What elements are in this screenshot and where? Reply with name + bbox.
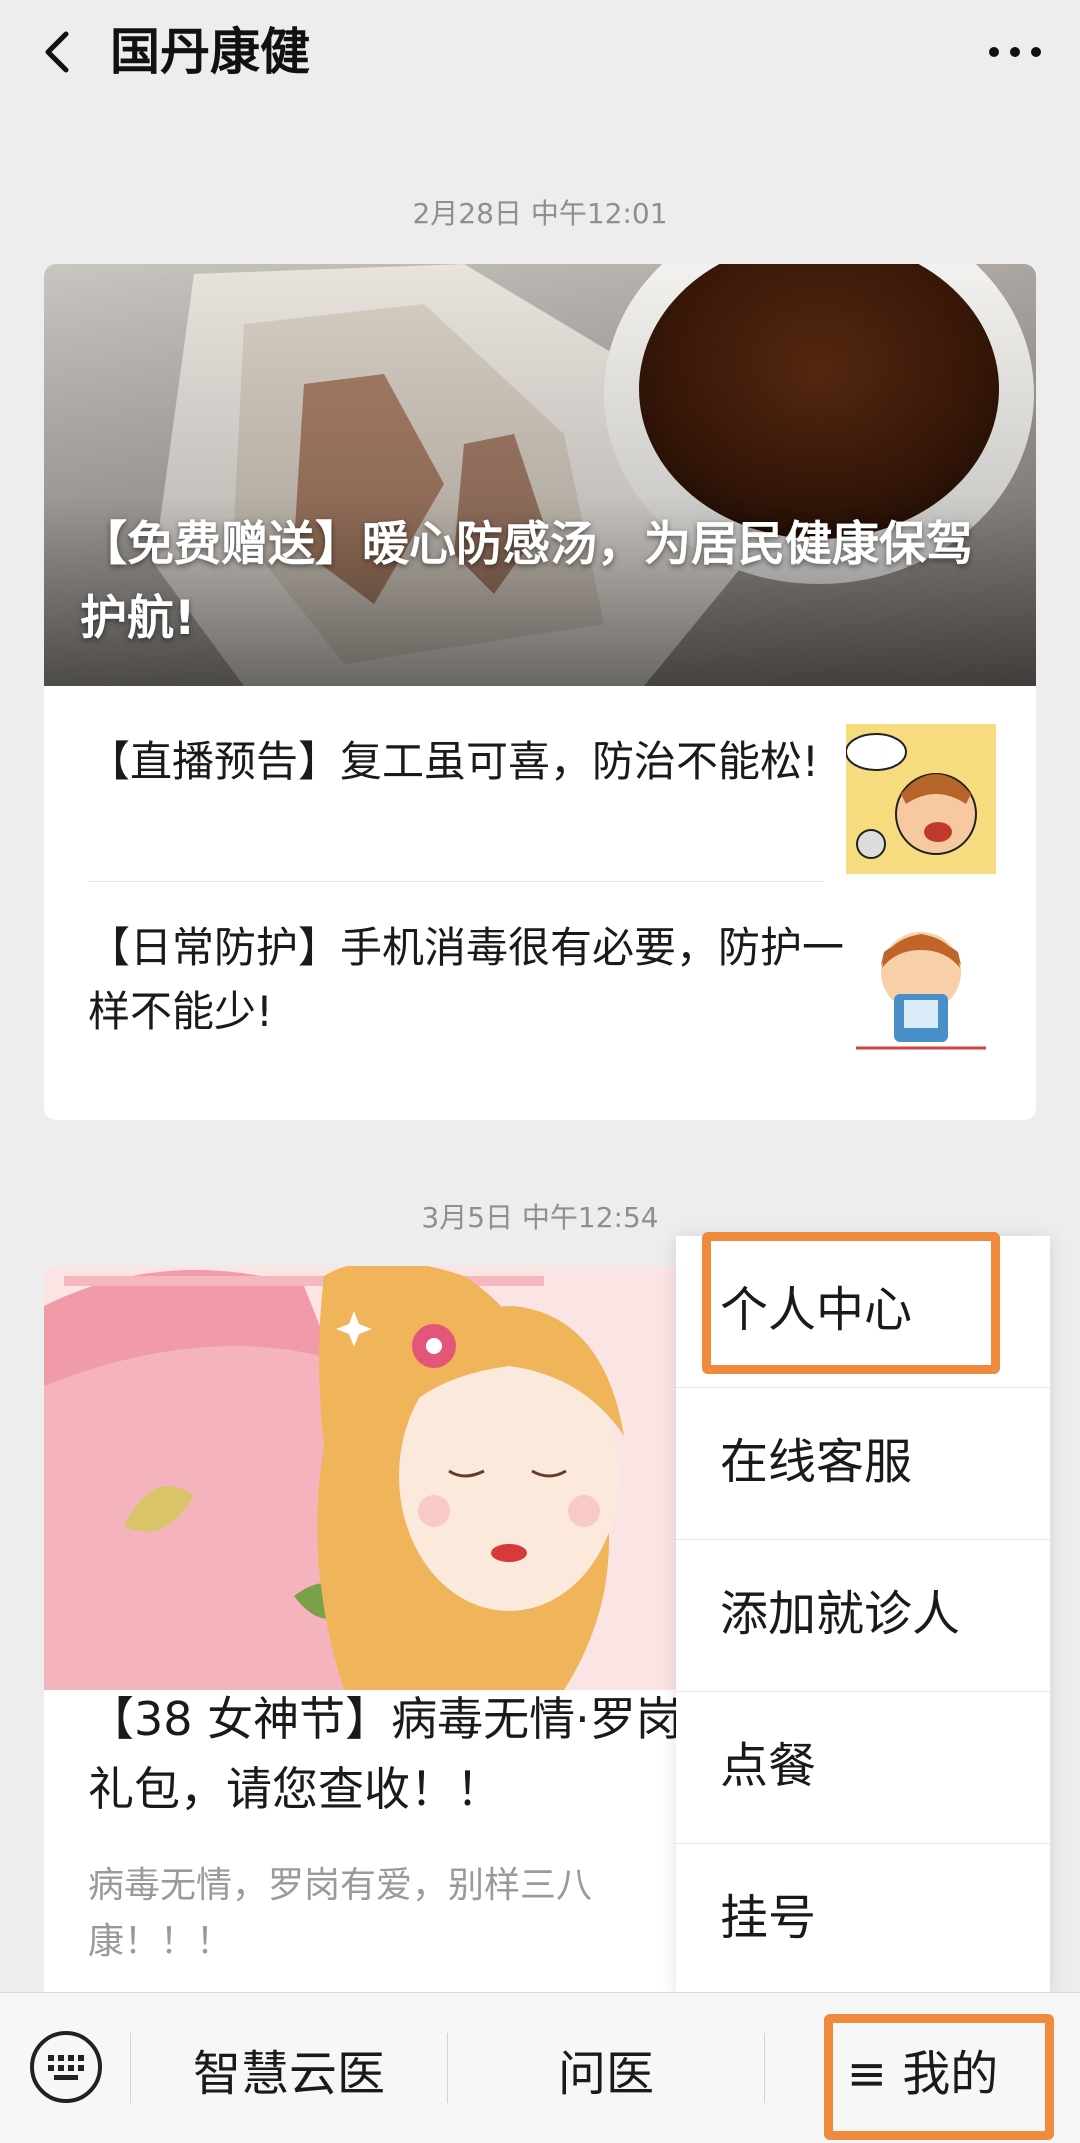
back-arrow-icon[interactable] xyxy=(30,22,90,82)
menu-ask-doctor[interactable]: 问医 xyxy=(448,1993,764,2143)
menu-item-add-patient[interactable]: 添加就诊人 xyxy=(676,1540,1050,1692)
message-timestamp: 2月28日 中午12:01 xyxy=(412,197,668,230)
main-article[interactable]: 【免费赠送】暖心防感汤，为居民健康保驾护航! xyxy=(44,264,1036,686)
keyboard-icon[interactable] xyxy=(28,2029,104,2105)
main-article-title: 【免费赠送】暖心防感汤，为居民健康保驾护航! xyxy=(80,517,973,646)
sub-article-title: 【日常防护】手机消毒很有必要，防护一样不能少! xyxy=(88,923,845,1036)
sub-article-item[interactable]: 【日常防护】手机消毒很有必要，防护一样不能少! xyxy=(44,882,1036,1078)
top-bar: 国丹康健 xyxy=(0,0,1080,112)
menu-smart-cloud-doctor[interactable]: 智慧云医 xyxy=(131,1993,447,2143)
menu-item-label: 添加就诊人 xyxy=(720,1586,961,1642)
sub-article-item[interactable]: 【直播预告】复工虽可喜，防治不能松! xyxy=(44,686,1036,882)
sub-article-thumbnail xyxy=(846,910,996,1060)
menu-item-online-service[interactable]: 在线客服 xyxy=(676,1388,1050,1540)
bottom-menu-bar: 智慧云医 问医 ≡ 我的 xyxy=(0,1992,1080,2143)
menu-item-label: 个人中心 xyxy=(720,1282,913,1338)
menu-item-order-meal[interactable]: 点餐 xyxy=(676,1692,1050,1844)
message-timestamp: 3月5日 中午12:54 xyxy=(421,1201,659,1234)
menu-item-personal-center[interactable]: 个人中心 xyxy=(676,1236,1050,1388)
menu-item-registration[interactable]: 挂号 xyxy=(676,1844,1050,1996)
page-title: 国丹康健 xyxy=(110,23,310,81)
menu-item-label: 点餐 xyxy=(720,1738,817,1794)
menu-item-label: 在线客服 xyxy=(720,1434,913,1490)
sub-article-title: 【直播预告】复工虽可喜，防治不能松! xyxy=(88,737,819,786)
menu-mine[interactable]: ≡ 我的 xyxy=(765,1993,1080,2143)
submenu-popup: 个人中心 在线客服 添加就诊人 点餐 挂号 xyxy=(676,1236,1050,1994)
menu-item-label: 挂号 xyxy=(720,1890,817,1946)
sub-article-thumbnail xyxy=(846,724,996,874)
more-options-icon[interactable] xyxy=(980,24,1050,80)
article-card-group: 【免费赠送】暖心防感汤，为居民健康保驾护航! 【直播预告】复工虽可喜，防治不能松… xyxy=(44,264,1036,1120)
